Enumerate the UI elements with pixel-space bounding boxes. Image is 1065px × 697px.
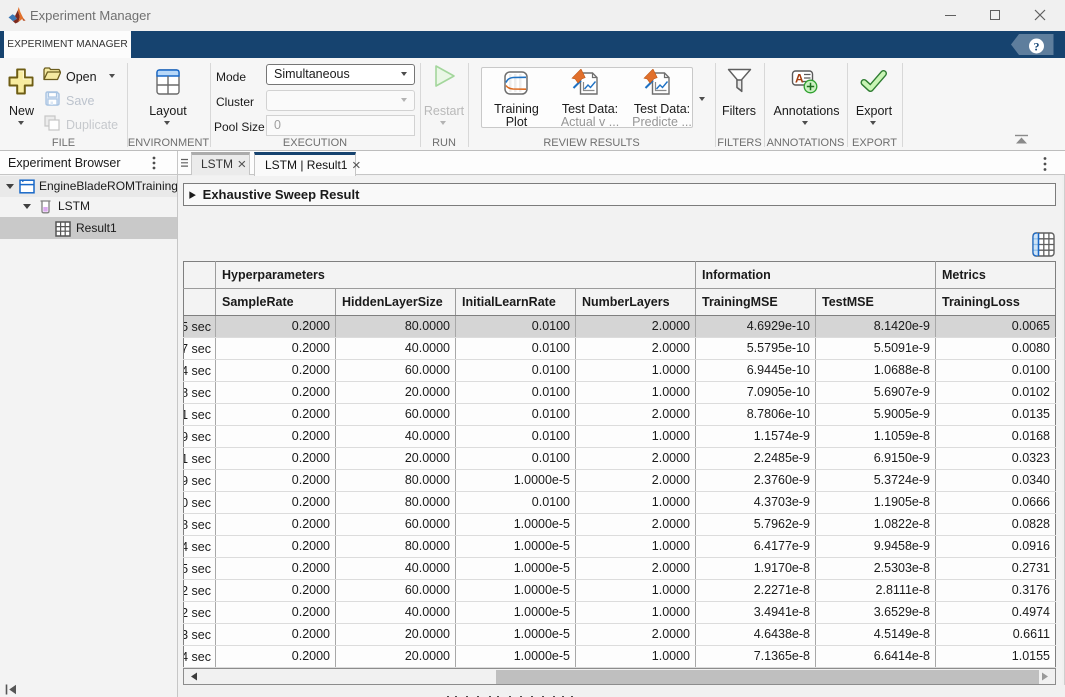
svg-text:A: A: [795, 72, 804, 86]
svg-text:?: ?: [1034, 40, 1040, 54]
